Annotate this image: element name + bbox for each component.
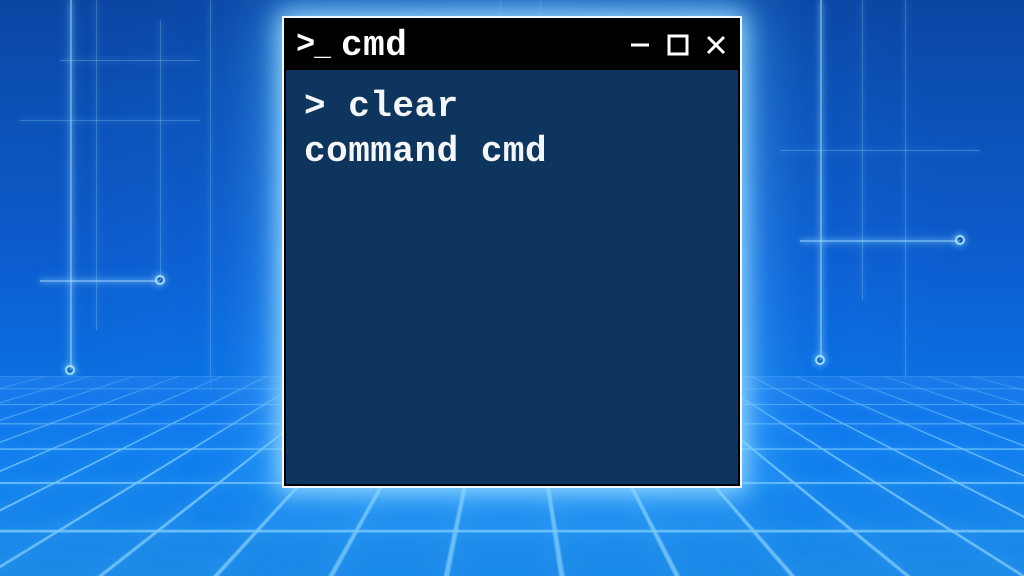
- maximize-icon: [667, 34, 689, 56]
- terminal-window: >_ cmd: [284, 18, 740, 486]
- titlebar[interactable]: >_ cmd: [286, 20, 738, 70]
- close-icon: [704, 33, 728, 57]
- background-stage: >_ cmd: [0, 0, 1024, 576]
- maximize-button[interactable]: [666, 33, 690, 57]
- window-controls: [628, 20, 728, 70]
- terminal-prompt-icon: >_: [296, 29, 329, 61]
- terminal-line: command cmd: [304, 129, 720, 174]
- minimize-icon: [628, 33, 652, 57]
- minimize-button[interactable]: [628, 33, 652, 57]
- close-button[interactable]: [704, 33, 728, 57]
- window-title: cmd: [341, 25, 407, 66]
- terminal-line: > clear: [304, 84, 720, 129]
- terminal-body[interactable]: > clear command cmd: [286, 70, 738, 188]
